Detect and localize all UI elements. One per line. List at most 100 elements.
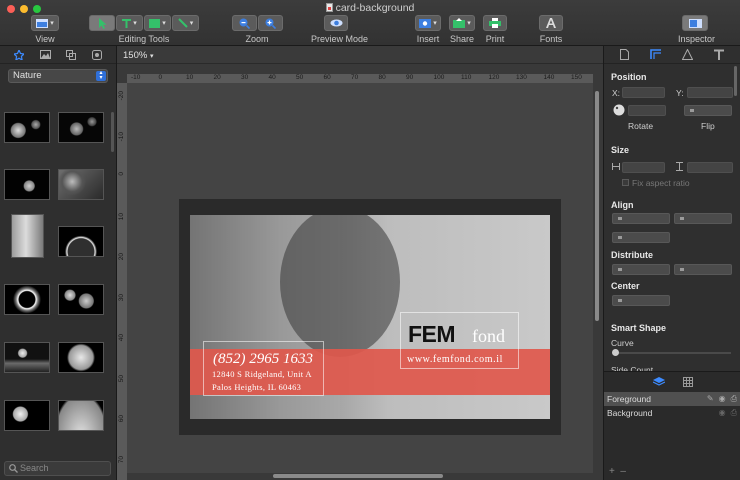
thumbnail-eclipse[interactable] (4, 284, 50, 315)
align-page-buttons[interactable] (612, 232, 670, 243)
category-select[interactable]: Nature ▴ ▾ (8, 69, 108, 83)
share-button[interactable]: ▾ (449, 15, 475, 31)
ruler-tick-label: 70 (351, 74, 359, 81)
flip-buttons[interactable] (684, 105, 732, 116)
select-tool-button[interactable] (89, 15, 115, 31)
add-layer-button[interactable]: + (609, 466, 615, 477)
layers-tab-icon[interactable] (66, 49, 77, 60)
center-buttons[interactable] (612, 295, 670, 306)
line-tool-button[interactable]: ▾ (172, 15, 199, 31)
vertical-ruler: -20 -10 0 10 20 30 40 50 60 70 (117, 83, 127, 480)
share-label: Share (449, 34, 475, 44)
layer-row-background[interactable]: Background ◉ ⎙ (604, 406, 740, 420)
canvas-horizontal-scrollbar[interactable] (273, 474, 443, 478)
y-position-field[interactable] (687, 87, 733, 98)
chevron-down-icon: ▾ (133, 19, 137, 27)
rotate-field[interactable] (628, 105, 666, 116)
select-stepper-icon: ▴ ▾ (96, 70, 106, 81)
smart-shape-section-title: Smart Shape (611, 323, 667, 333)
ruler-tick-label: 20 (118, 253, 125, 261)
thumbnail-two-moons[interactable] (58, 284, 104, 315)
remove-layer-button[interactable]: – (620, 466, 626, 477)
library-search-input[interactable]: Search (4, 461, 111, 476)
layer-row-foreground[interactable]: Foreground ✎ ◉ ⎙ (604, 392, 740, 406)
zoom-bar: 150% ▾ (117, 46, 603, 64)
zoom-in-icon (265, 18, 276, 29)
printer-icon[interactable]: ⎙ (731, 392, 737, 406)
library-scrollbar[interactable] (111, 112, 114, 152)
grid-icon[interactable] (682, 377, 693, 387)
thumbnail-starfield[interactable] (4, 169, 50, 200)
geometry-tab-icon[interactable] (649, 49, 662, 60)
printer-icon[interactable]: ⎙ (731, 406, 737, 420)
ruler-tick-label: 90 (406, 74, 414, 81)
fix-aspect-checkbox[interactable] (622, 179, 629, 186)
rotate-knob[interactable] (613, 104, 625, 116)
card-website-text[interactable]: www.femfond.com.il (407, 354, 503, 365)
card-address-line1[interactable]: 12840 S Ridgeland, Unit A (212, 369, 312, 379)
eye-visibility-icon[interactable]: ◉ (719, 392, 726, 406)
text-tab-icon[interactable] (713, 49, 724, 60)
inspector-scrollbar[interactable] (734, 66, 737, 96)
zoom-out-button[interactable] (231, 15, 257, 31)
thumbnail-planet-horizon[interactable] (58, 400, 104, 431)
canvas-stage[interactable]: (852) 2965 1633 12840 S Ridgeland, Unit … (127, 83, 593, 473)
zoom-label: Zoom (245, 34, 269, 44)
align-section-title: Align (611, 200, 634, 210)
distribute-horizontal-buttons[interactable] (612, 264, 670, 275)
ruler-tick-label: 150 (571, 74, 582, 81)
thumbnail-crescent[interactable] (58, 226, 104, 257)
view-button[interactable]: ▾ (31, 15, 59, 31)
image-insert-icon (419, 18, 432, 28)
pencil-icon[interactable]: ✎ (707, 392, 714, 406)
clipart-tab-icon[interactable] (92, 49, 103, 60)
line-tool-icon (178, 18, 188, 28)
business-card[interactable]: (852) 2965 1633 12840 S Ridgeland, Unit … (190, 215, 550, 419)
thumbnail-saturn[interactable] (58, 112, 104, 143)
inspector-label: Inspector (678, 34, 716, 44)
align-horizontal-buttons[interactable] (612, 213, 670, 224)
insert-button[interactable]: ▾ (415, 15, 441, 31)
print-button[interactable] (483, 15, 507, 31)
arrow-pointer-icon (98, 17, 106, 29)
zoom-level-select[interactable]: 150% ▾ (123, 50, 153, 61)
image-tab-icon[interactable] (39, 50, 51, 59)
curve-slider-thumb[interactable] (612, 349, 619, 356)
x-label: X: (612, 88, 621, 98)
inspector-tabs (604, 46, 740, 64)
document-tab-icon[interactable] (620, 49, 630, 60)
distribute-vertical-buttons[interactable] (674, 264, 732, 275)
scrollbar-knob[interactable] (595, 91, 599, 321)
card-brand-bold[interactable]: FEM (408, 321, 456, 348)
curve-slider[interactable] (613, 352, 731, 354)
style-tab-icon[interactable] (682, 49, 694, 60)
thumbnail-planets[interactable] (4, 112, 50, 143)
print-label: Print (485, 34, 505, 44)
card-brand-light[interactable]: fond (472, 326, 505, 347)
thumbnail-moon-small[interactable] (4, 400, 50, 431)
card-address-line2[interactable]: Palos Heights, IL 60463 (212, 382, 301, 392)
thumbnail-moon-surface[interactable] (58, 169, 104, 200)
layers-stack-icon[interactable] (652, 377, 665, 387)
thumbnail-moon-half[interactable] (11, 214, 44, 258)
fonts-button[interactable] (539, 15, 563, 31)
shape-tool-button[interactable]: ▾ (144, 15, 171, 31)
ruler-tick-label: 30 (241, 74, 249, 81)
canvas-vertical-scrollbar[interactable] (595, 91, 599, 471)
width-field[interactable] (622, 162, 665, 173)
thumbnail-moonrise[interactable] (4, 342, 50, 373)
card-phone-text[interactable]: (852) 2965 1633 (213, 351, 313, 368)
text-tool-button[interactable]: ▾ (116, 15, 143, 31)
thumbnail-full-moon[interactable] (58, 342, 104, 373)
preview-mode-button[interactable] (324, 15, 348, 31)
ruler-tick-label: 130 (516, 74, 527, 81)
align-vertical-buttons[interactable] (674, 213, 732, 224)
inspector-button[interactable] (682, 15, 708, 31)
height-field[interactable] (687, 162, 733, 173)
eye-visibility-icon[interactable]: ◉ (719, 406, 726, 420)
shapes-tab-icon[interactable] (13, 49, 24, 60)
zoom-in-button[interactable] (257, 15, 283, 31)
fonts-group: Fonts (537, 15, 565, 44)
canvas-area: 150% ▾ -10 0 10 20 30 40 50 60 70 80 90 100 110 120 13… (117, 46, 603, 480)
x-position-field[interactable] (622, 87, 665, 98)
